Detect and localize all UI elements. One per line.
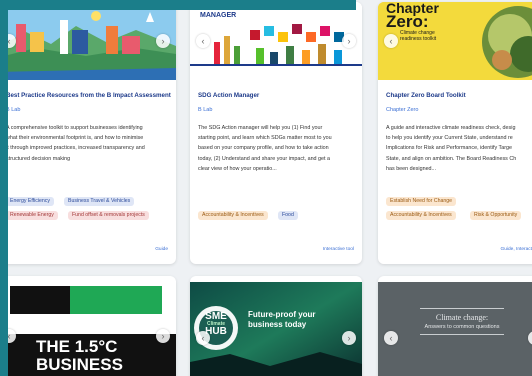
card-tag[interactable]: Fund offset & removals projects	[68, 211, 149, 220]
carousel-prev-button[interactable]: ‹	[196, 331, 210, 345]
page-accent-border	[0, 0, 8, 376]
card-description: A comprehensive toolkit to support busin…	[6, 125, 145, 162]
carousel-prev-button[interactable]: ‹	[384, 331, 398, 345]
carousel-next-button[interactable]: ›	[156, 34, 170, 48]
carousel-next-button[interactable]: ›	[528, 331, 532, 345]
card-organization: B Lab	[6, 107, 21, 113]
carousel-next-button[interactable]: ›	[156, 329, 170, 343]
card-image: Chapter Zero: Climate change readiness t…	[378, 2, 532, 80]
resource-card[interactable]: THE 1.5°C BUSINESS ‹ ›	[0, 276, 176, 376]
card-description: A guide and interactive climate readines…	[386, 125, 517, 172]
resource-card[interactable]: ACTION MANAGER ‹ › SDG Action Manager B …	[190, 2, 362, 264]
card-type-label: Interactive tool	[322, 247, 354, 252]
carousel-next-button[interactable]: ›	[342, 331, 356, 345]
card-type-label: Guide	[155, 247, 168, 252]
resource-card[interactable]: SME Climate HUB Future-proof your busine…	[190, 276, 362, 376]
resource-card[interactable]: Chapter Zero: Climate change readiness t…	[378, 2, 532, 264]
thumb-heading: Climate change: Answers to common questi…	[420, 308, 504, 335]
card-description: The SDG Action manager will help you (1)…	[198, 125, 332, 172]
card-tag[interactable]: Energy Efficiency	[6, 197, 54, 206]
resource-card[interactable]: Climate change: Answers to common questi…	[378, 276, 532, 376]
carousel-next-button[interactable]: ›	[342, 34, 356, 48]
card-organization: Chapter Zero	[386, 107, 419, 113]
card-image: THE 1.5°C BUSINESS ‹ ›	[0, 282, 176, 376]
card-tag[interactable]: Food	[278, 211, 298, 220]
card-image: ‹ ›	[0, 2, 176, 80]
carousel-prev-button[interactable]: ‹	[384, 34, 398, 48]
card-type-label: Guide, Interact	[500, 247, 532, 252]
card-title[interactable]: SDG Action Manager	[198, 92, 259, 99]
thumb-heading: THE 1.5°C BUSINESS	[36, 337, 123, 374]
card-title[interactable]: Chapter Zero Board Toolkit	[386, 92, 466, 99]
page-accent-bar	[0, 0, 356, 10]
card-tag[interactable]: Accountability & Incentives	[198, 211, 268, 220]
card-tag[interactable]: Business Travel & Vehicles	[64, 197, 135, 206]
card-tag[interactable]: Establish Need for Change	[386, 197, 456, 206]
resource-card[interactable]: ‹ › Best Practice Resources from the B I…	[0, 2, 176, 264]
card-image: ACTION MANAGER ‹ ›	[190, 2, 362, 80]
thumb-heading: Future-proof your business today	[248, 310, 316, 329]
card-tag[interactable]: Accountability & Incentives	[386, 211, 456, 220]
card-image: SME Climate HUB Future-proof your busine…	[190, 282, 362, 376]
card-tag[interactable]: Renewable Energy	[6, 211, 58, 220]
card-tag[interactable]: Risk & Opportunity	[470, 211, 522, 220]
card-image: Climate change: Answers to common questi…	[378, 282, 532, 376]
card-title[interactable]: Best Practice Resources from the B Impac…	[6, 92, 171, 99]
card-organization: B Lab	[198, 107, 213, 113]
resource-grid: ‹ › Best Practice Resources from the B I…	[0, 0, 532, 376]
carousel-prev-button[interactable]: ‹	[196, 34, 210, 48]
